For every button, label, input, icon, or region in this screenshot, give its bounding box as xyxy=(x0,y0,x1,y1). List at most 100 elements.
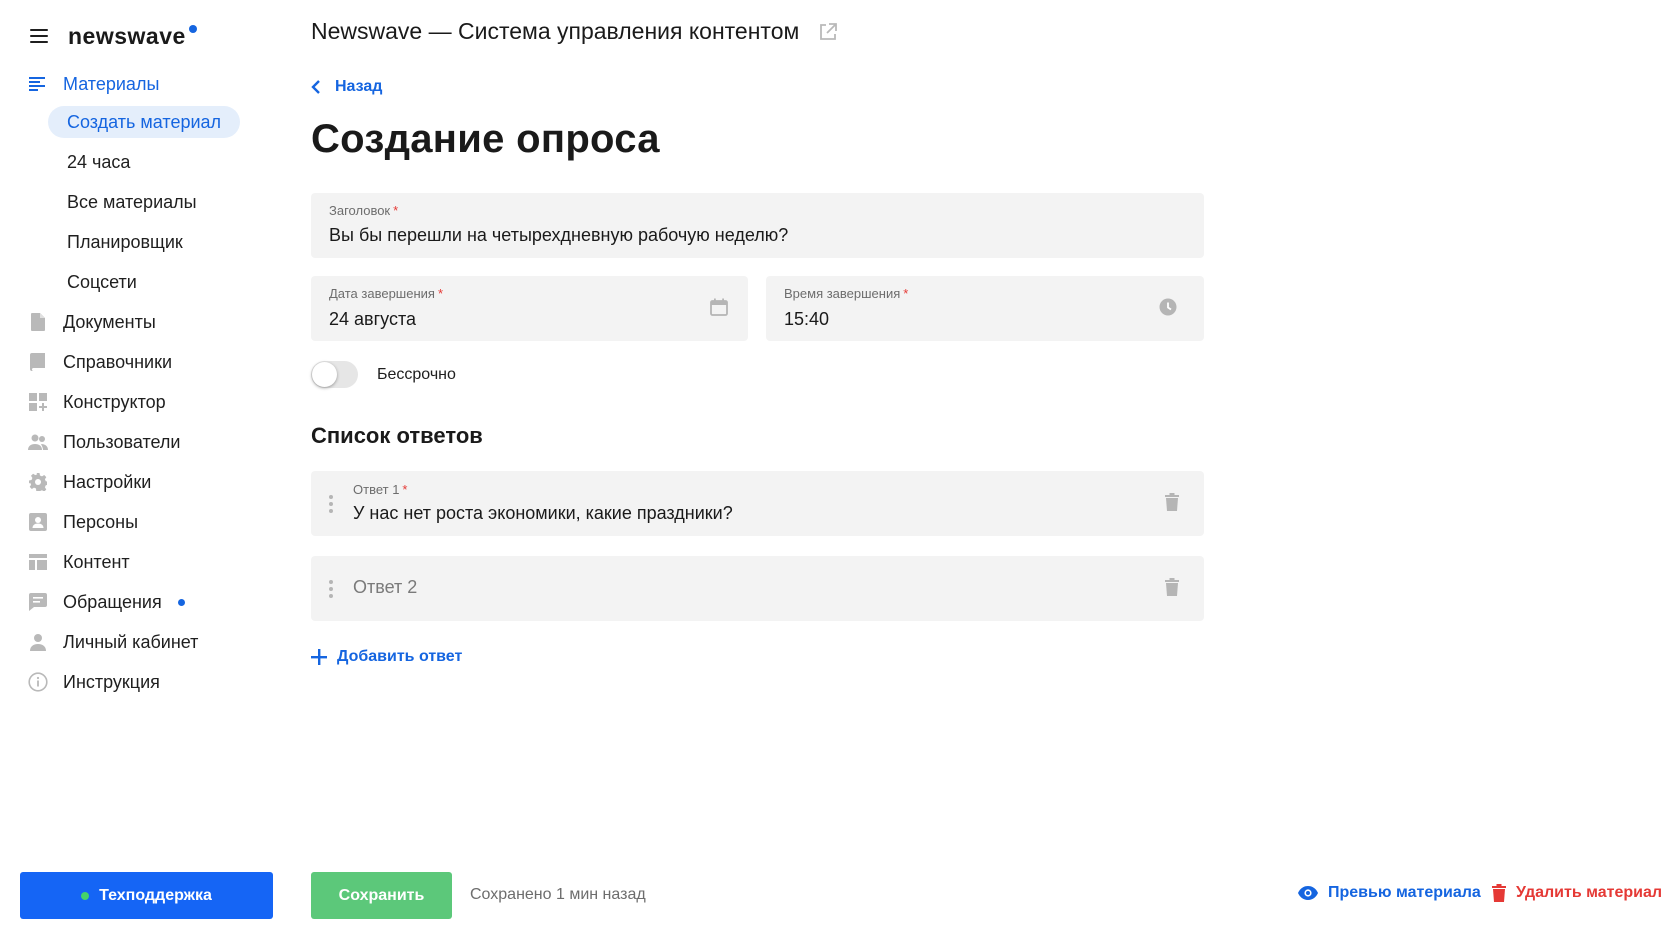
toggle-knob xyxy=(312,362,337,387)
plus-icon xyxy=(311,649,327,665)
sidebar-item-constructor[interactable]: Конструктор xyxy=(28,387,166,417)
answer-1-label: Ответ 1 * xyxy=(353,482,407,497)
trash-icon[interactable] xyxy=(1165,493,1179,511)
sidebar-item-label: Материалы xyxy=(63,73,160,94)
headline-label-text: Заголовок xyxy=(329,203,391,218)
back-link-label: Назад xyxy=(335,78,383,95)
required-asterisk: * xyxy=(402,482,408,497)
add-answer-button[interactable]: Добавить ответ xyxy=(311,648,462,666)
eye-icon xyxy=(1298,886,1318,900)
delete-material-button[interactable]: Удалить материал xyxy=(1492,884,1662,902)
sidebar-subitem-label: Все материалы xyxy=(67,191,197,212)
drag-handle-icon[interactable] xyxy=(328,495,334,513)
gear-icon xyxy=(28,472,48,492)
sidebar-item-references[interactable]: Справочники xyxy=(28,347,172,377)
sidebar-item-instructions[interactable]: Инструкция xyxy=(28,667,160,697)
person-card-icon xyxy=(28,512,48,532)
end-time-field[interactable]: Время завершения * 15:40 xyxy=(766,276,1204,341)
headline-value[interactable]: Вы бы перешли на четырехдневную рабочую … xyxy=(329,225,788,246)
unlimited-toggle[interactable] xyxy=(311,361,358,388)
logo-text: newswave xyxy=(68,22,186,49)
required-asterisk: * xyxy=(437,286,444,301)
page-title: Создание опроса xyxy=(311,117,660,161)
end-date-label-text: Дата завершения xyxy=(329,286,435,301)
sidebar: newswave Материалы Создать материал 24 ч… xyxy=(0,0,290,932)
sidebar-subitem-label: Планировщик xyxy=(67,231,183,252)
answer-1-value[interactable]: У нас нет роста экономики, какие праздни… xyxy=(353,503,733,524)
headline-field[interactable]: Заголовок * Вы бы перешли на четырехдневн… xyxy=(311,193,1204,258)
unlimited-toggle-row: Бессрочно xyxy=(311,361,456,388)
end-time-label: Время завершения * xyxy=(784,286,908,301)
menu-icon[interactable] xyxy=(30,29,48,43)
sidebar-item-label: Личный кабинет xyxy=(63,631,199,652)
answer-1-label-text: Ответ 1 xyxy=(353,482,400,497)
sidebar-item-content[interactable]: Контент xyxy=(28,547,130,577)
required-asterisk: * xyxy=(393,203,399,218)
logo-row: newswave xyxy=(30,22,197,50)
delete-material-label: Удалить материал xyxy=(1516,884,1663,901)
sidebar-subitem-create-material[interactable]: Создать материал xyxy=(48,106,241,138)
sidebar-item-settings[interactable]: Настройки xyxy=(28,467,151,497)
end-date-field[interactable]: Дата завершения * 24 августа xyxy=(311,276,748,341)
book-icon xyxy=(28,352,48,372)
saved-status: Сохранено 1 мин назад xyxy=(470,886,646,903)
external-link-icon[interactable] xyxy=(819,22,838,41)
trash-icon[interactable] xyxy=(1165,578,1179,596)
unlimited-toggle-label: Бессрочно xyxy=(377,365,456,383)
answer-item-2[interactable]: Ответ 2 xyxy=(311,556,1204,621)
end-time-label-text: Время завершения xyxy=(784,286,901,301)
sidebar-item-label: Документы xyxy=(63,311,156,332)
calendar-icon[interactable] xyxy=(710,298,728,316)
support-button-label: Техподдержка xyxy=(99,886,212,904)
support-button[interactable]: Техподдержка xyxy=(20,872,273,919)
answer-item-1[interactable]: Ответ 1 * У нас нет роста экономики, каки… xyxy=(311,471,1204,536)
sidebar-item-account[interactable]: Личный кабинет xyxy=(28,627,198,657)
online-status-dot xyxy=(81,891,90,900)
sidebar-item-documents[interactable]: Документы xyxy=(28,307,156,337)
app-title-text: Newswave — Система управления контентом xyxy=(311,18,800,44)
chat-icon xyxy=(28,592,48,612)
sidebar-item-label: Инструкция xyxy=(63,671,160,692)
sidebar-item-label: Настройки xyxy=(63,471,152,492)
sidebar-item-requests[interactable]: Обращения xyxy=(28,587,185,617)
logo[interactable]: newswave xyxy=(68,22,197,50)
materials-icon xyxy=(28,74,48,94)
save-button[interactable]: Сохранить xyxy=(311,872,452,919)
user-icon xyxy=(28,632,48,652)
sidebar-subitem-planner[interactable]: Планировщик xyxy=(48,226,202,258)
sidebar-subitem-social[interactable]: Соцсети xyxy=(48,266,156,298)
preview-material-button[interactable]: Превью материала xyxy=(1298,884,1481,902)
sidebar-subitem-label: 24 часа xyxy=(67,151,131,172)
preview-material-label: Превью материала xyxy=(1328,884,1481,901)
end-date-label: Дата завершения * xyxy=(329,286,443,301)
clock-icon[interactable] xyxy=(1159,298,1177,316)
sidebar-subitem-24h[interactable]: 24 часа xyxy=(48,146,149,178)
content-layout-icon xyxy=(28,552,48,572)
chevron-left-icon xyxy=(311,80,320,94)
notification-dot xyxy=(177,598,185,606)
back-link[interactable]: Назад xyxy=(311,78,382,96)
answer-2-placeholder[interactable]: Ответ 2 xyxy=(353,577,417,598)
sidebar-item-label: Справочники xyxy=(63,351,173,372)
drag-handle-icon[interactable] xyxy=(328,580,334,598)
logo-dot xyxy=(188,24,197,33)
sidebar-subitem-label: Создать материал xyxy=(67,111,222,132)
headline-field-label: Заголовок * xyxy=(329,203,398,218)
sidebar-subitem-all-materials[interactable]: Все материалы xyxy=(48,186,216,218)
end-time-value[interactable]: 15:40 xyxy=(784,309,829,330)
add-answer-label: Добавить ответ xyxy=(337,648,463,665)
sidebar-item-users[interactable]: Пользователи xyxy=(28,427,180,457)
sidebar-item-label: Пользователи xyxy=(63,431,181,452)
document-icon xyxy=(28,312,48,332)
app-title: Newswave — Система управления контентом xyxy=(311,18,838,45)
sidebar-subitem-label: Соцсети xyxy=(67,271,137,292)
sidebar-item-label: Обращения xyxy=(63,591,162,612)
sidebar-item-materials[interactable]: Материалы xyxy=(28,69,159,99)
required-asterisk: * xyxy=(903,286,909,301)
end-date-value[interactable]: 24 августа xyxy=(329,309,416,330)
sidebar-item-label: Персоны xyxy=(63,511,139,532)
sidebar-item-label: Контент xyxy=(63,551,130,572)
sidebar-item-persons[interactable]: Персоны xyxy=(28,507,138,537)
answers-section-title: Список ответов xyxy=(311,423,483,448)
sidebar-item-label: Конструктор xyxy=(63,391,166,412)
